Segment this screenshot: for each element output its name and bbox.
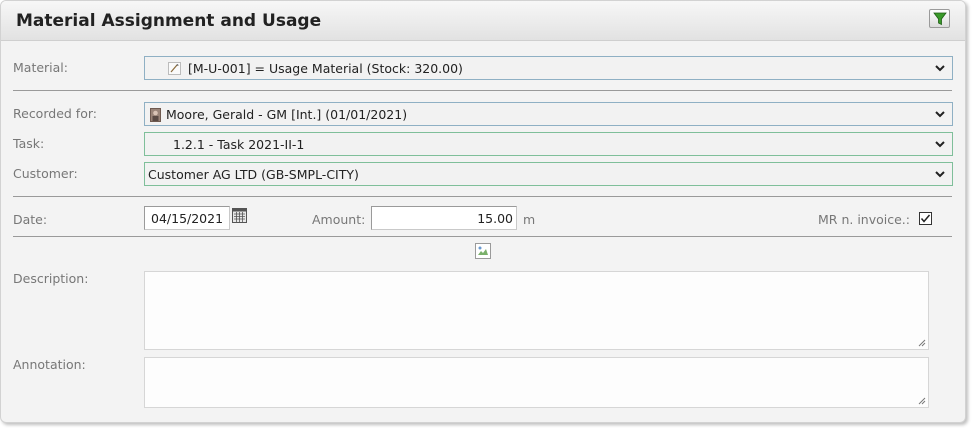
- customer-value: Customer AG LTD (GB-SMPL-CITY): [148, 167, 359, 182]
- material-icon: [168, 62, 181, 75]
- amount-label: Amount:: [312, 212, 366, 227]
- broken-image-icon: [475, 243, 491, 259]
- recorded-for-select[interactable]: Moore, Gerald - GM [Int.] (01/01/2021): [144, 102, 953, 126]
- recorded-for-value: Moore, Gerald - GM [Int.] (01/01/2021): [166, 107, 408, 122]
- description-textarea[interactable]: [144, 271, 929, 350]
- description-label: Description:: [13, 271, 89, 286]
- amount-unit: m: [523, 212, 536, 227]
- material-assignment-panel: Material Assignment and Usage Material: …: [0, 0, 966, 423]
- panel-header: Material Assignment and Usage: [1, 1, 965, 41]
- material-dropdown-arrow[interactable]: [928, 57, 952, 79]
- customer-select[interactable]: Customer AG LTD (GB-SMPL-CITY): [144, 162, 953, 186]
- date-label: Date:: [13, 212, 48, 227]
- divider: [13, 90, 952, 91]
- invoice-checkbox[interactable]: [919, 212, 932, 225]
- filter-button[interactable]: [929, 9, 950, 28]
- date-input[interactable]: 04/15/2021: [144, 206, 230, 230]
- chevron-down-icon: [935, 171, 945, 178]
- divider: [13, 196, 952, 197]
- calendar-icon[interactable]: [232, 208, 247, 223]
- annotation-textarea[interactable]: [144, 357, 929, 408]
- resize-grip-icon[interactable]: [918, 339, 926, 347]
- customer-dropdown-arrow[interactable]: [928, 163, 952, 185]
- chevron-down-icon: [935, 65, 945, 72]
- filter-icon: [933, 12, 947, 26]
- invoice-label: MR n. invoice.:: [818, 212, 910, 227]
- recorded-for-dropdown-arrow[interactable]: [928, 103, 952, 125]
- material-value: [M-U-001] = Usage Material (Stock: 320.0…: [188, 61, 463, 76]
- person-icon: [150, 108, 161, 122]
- chevron-down-icon: [935, 111, 945, 118]
- task-select[interactable]: 1.2.1 - Task 2021-II-1: [144, 132, 953, 156]
- date-value: 04/15/2021: [151, 211, 224, 226]
- material-select[interactable]: [M-U-001] = Usage Material (Stock: 320.0…: [144, 56, 953, 80]
- resize-grip-icon[interactable]: [918, 397, 926, 405]
- chevron-down-icon: [935, 141, 945, 148]
- task-dropdown-arrow[interactable]: [928, 133, 952, 155]
- divider: [13, 236, 952, 237]
- customer-label: Customer:: [13, 166, 78, 181]
- task-label: Task:: [13, 136, 45, 151]
- amount-value: 15.00: [477, 211, 513, 226]
- panel-title: Material Assignment and Usage: [16, 11, 322, 31]
- amount-input[interactable]: 15.00: [371, 206, 517, 230]
- recorded-for-label: Recorded for:: [13, 106, 97, 121]
- annotation-label: Annotation:: [13, 357, 86, 372]
- material-label: Material:: [13, 60, 68, 75]
- task-value: 1.2.1 - Task 2021-II-1: [173, 137, 305, 152]
